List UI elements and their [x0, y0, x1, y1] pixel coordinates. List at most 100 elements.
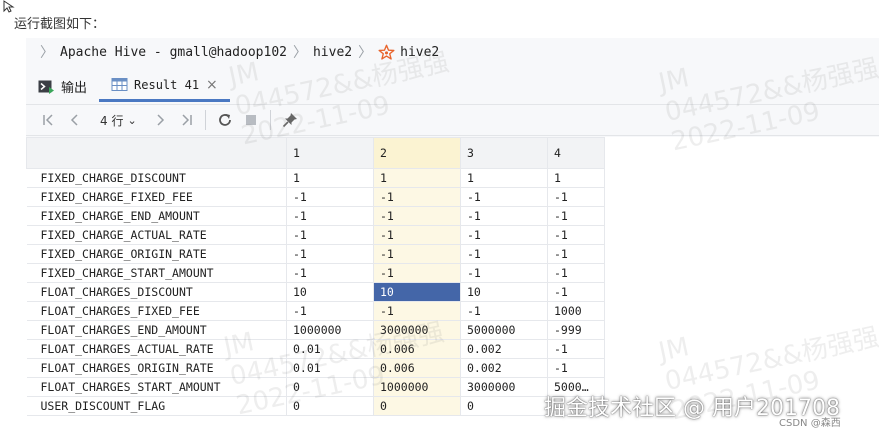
grid-cell[interactable]: -1 [460, 187, 548, 207]
grid-cell[interactable]: 0.006 [373, 339, 461, 359]
first-page-icon[interactable] [36, 107, 62, 133]
next-page-icon[interactable] [147, 107, 173, 133]
breadcrumb-separator: 〉 [40, 45, 54, 61]
table-row: FLOAT_CHARGES_END_AMOUNT 1000000 3000000 50… [26, 320, 605, 340]
grid-cell[interactable]: 1000 [547, 301, 605, 321]
grid-cell[interactable]: 1 [547, 168, 605, 188]
grid-cell[interactable]: 3000000 [373, 320, 461, 340]
grid-cell[interactable]: 5000000 [460, 320, 548, 340]
grid-cell[interactable]: -1 [286, 206, 374, 226]
grid-cell[interactable]: 1000000 [286, 320, 374, 340]
column-header[interactable]: 2 [373, 137, 461, 169]
column-header[interactable]: 1 [286, 137, 374, 169]
grid-cell[interactable]: -1 [286, 225, 374, 245]
row-header[interactable]: FIXED_CHARGE_START_AMOUNT [26, 263, 287, 283]
table-grid-icon [111, 77, 128, 92]
grid-cell[interactable]: -1 [460, 301, 548, 321]
grid-cell[interactable]: 0.01 [286, 358, 374, 378]
row-header[interactable]: FIXED_CHARGE_DISCOUNT [26, 168, 287, 188]
grid-body: FIXED_CHARGE_DISCOUNT 1 1 1 1 FIXED_CHARGE_FI… [26, 168, 605, 416]
column-header[interactable]: 4 [547, 137, 605, 169]
row-count-dropdown[interactable]: 4 行 ⌄ [100, 112, 137, 129]
row-header[interactable]: FLOAT_CHARGES_FIXED_FEE [26, 301, 287, 321]
grid-cell[interactable]: 0.002 [460, 339, 548, 359]
grid-cell[interactable]: -1 [286, 301, 374, 321]
grid-cell[interactable]: -1 [547, 206, 605, 226]
grid-cell[interactable]: 0 [286, 396, 374, 416]
tab-output[interactable]: 输出 [26, 70, 99, 102]
grid-cell[interactable]: -999 [547, 320, 605, 340]
grid-cell[interactable]: 3000000 [460, 377, 548, 397]
row-header[interactable]: FLOAT_CHARGES_END_AMOUNT [26, 320, 287, 340]
grid-cell[interactable]: -1 [460, 206, 548, 226]
grid-cell[interactable]: -1 [547, 282, 605, 302]
grid-cell[interactable]: 0 [460, 396, 548, 416]
row-header[interactable]: FLOAT_CHARGES_START_AMOUNT [26, 377, 287, 397]
row-header[interactable]: FIXED_CHARGE_ACTUAL_RATE [26, 225, 287, 245]
grid-cell[interactable]: -1 [460, 244, 548, 264]
grid-cell[interactable]: -1 [286, 263, 374, 283]
refresh-icon[interactable] [212, 107, 238, 133]
row-header[interactable]: FLOAT_CHARGES_DISCOUNT [26, 282, 287, 302]
pin-icon[interactable] [277, 107, 303, 133]
grid-cell[interactable]: -1 [373, 263, 461, 283]
grid-cell[interactable]: -1 [373, 206, 461, 226]
grid-cell[interactable]: -1 [460, 225, 548, 245]
grid-cell[interactable]: -1 [547, 187, 605, 207]
result-toolbar: 4 行 ⌄ [26, 104, 879, 136]
grid-corner [26, 137, 287, 169]
breadcrumb-item-console[interactable]: hive2 [400, 45, 439, 60]
row-header[interactable]: FLOAT_CHARGES_ORIGIN_RATE [26, 358, 287, 378]
grid-cell[interactable]: -1 [547, 225, 605, 245]
grid-cell[interactable]: -1 [460, 263, 548, 283]
row-header[interactable]: FLOAT_CHARGES_ACTUAL_RATE [26, 339, 287, 359]
grid-cell[interactable]: 1 [460, 168, 548, 188]
breadcrumb-item-database[interactable]: hive2 [313, 45, 352, 60]
table-row: FIXED_CHARGE_FIXED_FEE -1 -1 -1 -1 [26, 187, 605, 207]
table-row: FIXED_CHARGE_END_AMOUNT -1 -1 -1 -1 [26, 206, 605, 226]
grid-cell[interactable]: 10 [460, 282, 548, 302]
grid-cell[interactable]: -1 [547, 358, 605, 378]
row-header[interactable]: FIXED_CHARGE_END_AMOUNT [26, 206, 287, 226]
breadcrumb-item-datasource[interactable]: Apache Hive - gmall@hadoop102 [60, 45, 287, 60]
grid-cell[interactable]: 0.006 [373, 358, 461, 378]
table-row: FIXED_CHARGE_ACTUAL_RATE -1 -1 -1 -1 [26, 225, 605, 245]
grid-cell[interactable]: 0.002 [460, 358, 548, 378]
tab-result-41[interactable]: Result 41 × [99, 70, 230, 102]
grid-cell[interactable]: -1 [373, 301, 461, 321]
grid-cell[interactable]: -1 [373, 244, 461, 264]
last-page-icon[interactable] [173, 107, 199, 133]
grid-cell[interactable]: -1 [373, 187, 461, 207]
grid-cell[interactable]: -1 [373, 225, 461, 245]
stop-icon[interactable] [238, 107, 264, 133]
grid-cell[interactable]: 10 [373, 282, 461, 302]
prev-page-icon[interactable] [62, 107, 88, 133]
grid-cell[interactable]: 1 [286, 168, 374, 188]
breadcrumb-separator: 〉 [292, 45, 307, 61]
grid-cell[interactable]: 0 [286, 377, 374, 397]
grid-cell[interactable]: -1 [286, 244, 374, 264]
table-row: FLOAT_CHARGES_DISCOUNT 10 10 10 -1 [26, 282, 605, 302]
table-row: FLOAT_CHARGES_START_AMOUNT 0 1000000 300000… [26, 377, 605, 397]
grid-cell[interactable]: -1 [547, 244, 605, 264]
row-count-label: 4 行 [100, 113, 124, 128]
grid-cell[interactable]: -1 [286, 187, 374, 207]
grid-cell[interactable]: 1000000 [373, 377, 461, 397]
grid-cell[interactable]: 1 [373, 168, 461, 188]
csdn-author-watermark: CSDN @森西 [779, 418, 841, 429]
row-header[interactable]: FIXED_CHARGE_FIXED_FEE [26, 187, 287, 207]
row-header[interactable]: FIXED_CHARGE_ORIGIN_RATE [26, 244, 287, 264]
close-icon[interactable]: × [206, 77, 218, 93]
grid-header-row: 1 2 3 4 [26, 137, 605, 169]
breadcrumb: 〉 Apache Hive - gmall@hadoop102 〉 hive2 … [26, 38, 879, 66]
tab-output-label: 输出 [61, 80, 88, 96]
grid-cell[interactable]: -1 [547, 339, 605, 359]
grid-cell[interactable]: 0.01 [286, 339, 374, 359]
grid-cell[interactable]: -1 [547, 263, 605, 283]
row-header[interactable]: USER_DISCOUNT_FLAG [26, 396, 287, 416]
result-grid: 1 2 3 4 FIXED_CHARGE_DISCOUNT 1 1 1 1 FIXED_C… [26, 137, 605, 416]
breadcrumb-separator: 〉 [358, 45, 373, 61]
column-header[interactable]: 3 [460, 137, 548, 169]
grid-cell[interactable]: 0 [373, 396, 461, 416]
grid-cell[interactable]: 10 [286, 282, 374, 302]
